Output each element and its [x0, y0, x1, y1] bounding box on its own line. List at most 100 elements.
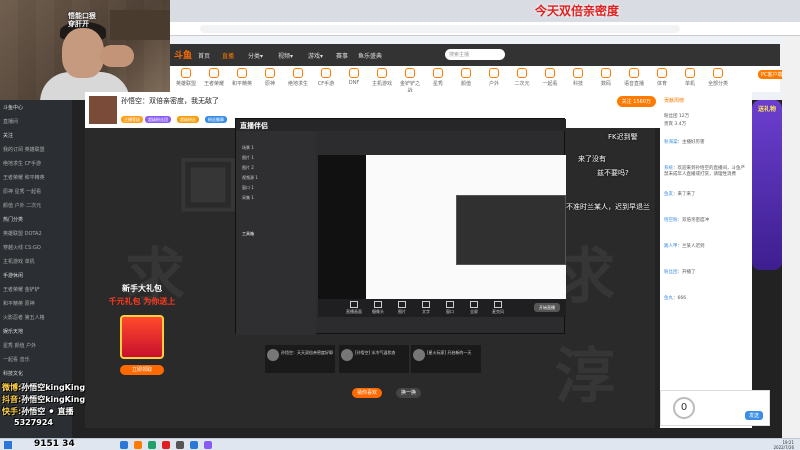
start-icon[interactable] [4, 441, 12, 449]
rec-card[interactable]: [星火玩家] 开启新的一天 [411, 345, 481, 373]
category-item[interactable]: 金铲铲之战 [400, 68, 420, 94]
category-item[interactable]: 绝地求生 [288, 68, 308, 87]
refresh-button[interactable]: 换一换 [396, 388, 422, 398]
sidebar-item[interactable]: 和平精英 原神 [3, 300, 35, 307]
contribution-rank-header[interactable]: 贡献周榜 [664, 98, 748, 104]
gift-box-icon [120, 315, 164, 359]
tool-text[interactable]: 文字 [416, 301, 436, 315]
send-button[interactable]: 发送 [744, 411, 763, 420]
sidebar-item[interactable]: 绝地求生 CF手游 [3, 160, 41, 167]
browser-window: 斗鱼 首页 直播 分类▾ 视频▾ 游戏▾ 赛事 鱼乐盛典 搜索主播 英雄联盟 王者… [170, 0, 800, 100]
scene-item[interactable]: 场景 1 [242, 145, 254, 151]
category-item[interactable]: 主机游戏 [372, 68, 392, 87]
tool-mic[interactable]: 麦克风 [488, 301, 508, 315]
chat-username[interactable]: 悟空粉 [664, 218, 678, 223]
follow-button[interactable]: 关注 1560万 [616, 96, 656, 107]
obs-start-button[interactable]: 开始直播 [534, 303, 560, 312]
chat-username[interactable]: 路人甲 [664, 244, 678, 249]
category-item[interactable]: CF手游 [316, 68, 336, 87]
chat-input-box[interactable]: 0 发送 [660, 390, 770, 426]
obs-titlebar[interactable]: 直播伴侣 [236, 119, 566, 131]
taskbar-app-icon[interactable] [190, 441, 198, 449]
rec-card[interactable]: 孙悟空：天天双倍亲密度好耶 [265, 345, 335, 373]
nav-esports[interactable]: 赛事 [336, 51, 348, 60]
taskbar-app-icon[interactable] [162, 441, 170, 449]
tool-camera[interactable]: 摄像头 [368, 301, 388, 315]
nav-video[interactable]: 视频▾ [278, 51, 293, 60]
scene-item[interactable]: 图片 2 [242, 165, 254, 171]
category-icon [545, 68, 555, 78]
gift-side-panel[interactable]: 送礼物 [752, 100, 782, 270]
nav-live[interactable]: 直播 [222, 51, 234, 60]
category-item[interactable]: 户外 [484, 68, 504, 87]
nav-home[interactable]: 首页 [198, 51, 210, 60]
category-item[interactable]: 全部分类 [708, 68, 728, 87]
chat-username[interactable]: 秋海棠 [664, 140, 678, 145]
category-item[interactable]: 语音直播 [624, 68, 644, 87]
browser-scrollbar[interactable] [782, 36, 800, 438]
sidebar-item[interactable]: 王者荣耀 和平精英 [3, 174, 45, 181]
search-input[interactable]: 搜索主播 [445, 49, 505, 60]
url-field[interactable] [200, 25, 680, 33]
tool-window[interactable]: 窗口 [440, 301, 460, 315]
tool-fullscreen[interactable]: 全屏 [464, 301, 484, 315]
chat-username[interactable]: 鱼友 [664, 192, 673, 197]
chat-tab[interactable]: 贵宾 3.4万 [664, 122, 748, 128]
category-item[interactable]: 颜值 [456, 68, 476, 87]
category-item[interactable]: 星秀 [428, 68, 448, 87]
taskbar-app-icon[interactable] [134, 441, 142, 449]
category-item[interactable]: 体育 [652, 68, 672, 87]
site-logo[interactable]: 斗鱼 [174, 48, 192, 61]
nav-category[interactable]: 分类▾ [248, 51, 263, 60]
sidebar-item[interactable]: 主机游戏 单机 [3, 258, 35, 265]
sidebar-item[interactable]: 英雄联盟 DOTA2 [3, 230, 42, 237]
sidebar-item[interactable]: 一起看 音乐 [3, 356, 30, 363]
guess-you-like-button[interactable]: 猜你喜欢 [352, 388, 383, 398]
bottom-number: 9151⁠ 34 [34, 439, 75, 449]
taskbar-app-icon[interactable] [204, 441, 212, 449]
newbie-gift-banner[interactable]: 新手大礼包 千元礼包 为你送上 立即领取 [107, 283, 177, 413]
taskbar-clock[interactable]: 19:21 2022/7/26 [773, 440, 794, 450]
chat-username[interactable]: 粉丝团 [664, 270, 678, 275]
streamer-avatar[interactable] [89, 96, 117, 124]
nav-games[interactable]: 游戏▾ [308, 51, 323, 60]
category-item[interactable]: DNF [344, 68, 364, 86]
tool-image[interactable]: 图片 [392, 301, 412, 315]
sidebar-item[interactable]: 火影忍者 第五人格 [3, 314, 45, 321]
sidebar-item[interactable]: 我的订阅 英雄联盟 [3, 146, 45, 153]
category-item[interactable]: 科技 [568, 68, 588, 87]
category-item[interactable]: 数码 [596, 68, 616, 87]
browser-tab-bar[interactable] [170, 0, 800, 22]
sidebar-item[interactable]: 穿越火线 CS:GO [3, 244, 41, 251]
scene-item[interactable]: 窗口 1 [242, 185, 254, 191]
sidebar-item[interactable]: 星秀 颜值 户外 [3, 342, 36, 349]
sidebar-item[interactable]: 直播间 [3, 118, 18, 125]
claim-gift-button[interactable]: 立即领取 [120, 365, 164, 375]
rec-card[interactable]: [孙悟空] 水冷气温状态 [339, 345, 409, 373]
category-item[interactable]: 英雄联盟 [176, 68, 196, 87]
chat-tab[interactable]: 粉丝团 12万 [664, 114, 748, 120]
chat-username[interactable]: 鱼丸 [664, 296, 673, 301]
tool-scene[interactable]: 直播画面 [344, 301, 364, 315]
scene-item[interactable]: 采集 1 [242, 195, 254, 201]
sidebar-item[interactable]: 原神 星秀 一起看 [3, 188, 41, 195]
scene-item[interactable]: 视频源 1 [242, 175, 258, 181]
category-item[interactable]: 单机 [680, 68, 700, 87]
category-item[interactable]: 二次元 [512, 68, 532, 87]
category-icon [685, 68, 695, 78]
category-item[interactable]: 一起看 [540, 68, 560, 87]
obs-preview [318, 155, 566, 311]
sidebar-item[interactable]: 颜值 户外 二次元 [3, 202, 41, 209]
sidebar-section-header: 手游休闲 [3, 273, 24, 279]
taskbar-app-icon[interactable] [148, 441, 156, 449]
category-item[interactable]: 和平精英 [232, 68, 252, 87]
sidebar-item[interactable]: 王者荣耀 金铲铲 [3, 286, 40, 293]
category-item[interactable]: 王者荣耀 [204, 68, 224, 87]
taskbar-app-icon[interactable] [120, 441, 128, 449]
chat-username[interactable]: 系统 [664, 166, 673, 171]
taskbar-app-icon[interactable] [176, 441, 184, 449]
chat-message: 路人甲：兰某人迟到 [664, 244, 748, 250]
scene-item[interactable]: 图片 1 [242, 155, 254, 161]
category-item[interactable]: 原神 [260, 68, 280, 87]
nav-festival[interactable]: 鱼乐盛典 [358, 51, 382, 60]
